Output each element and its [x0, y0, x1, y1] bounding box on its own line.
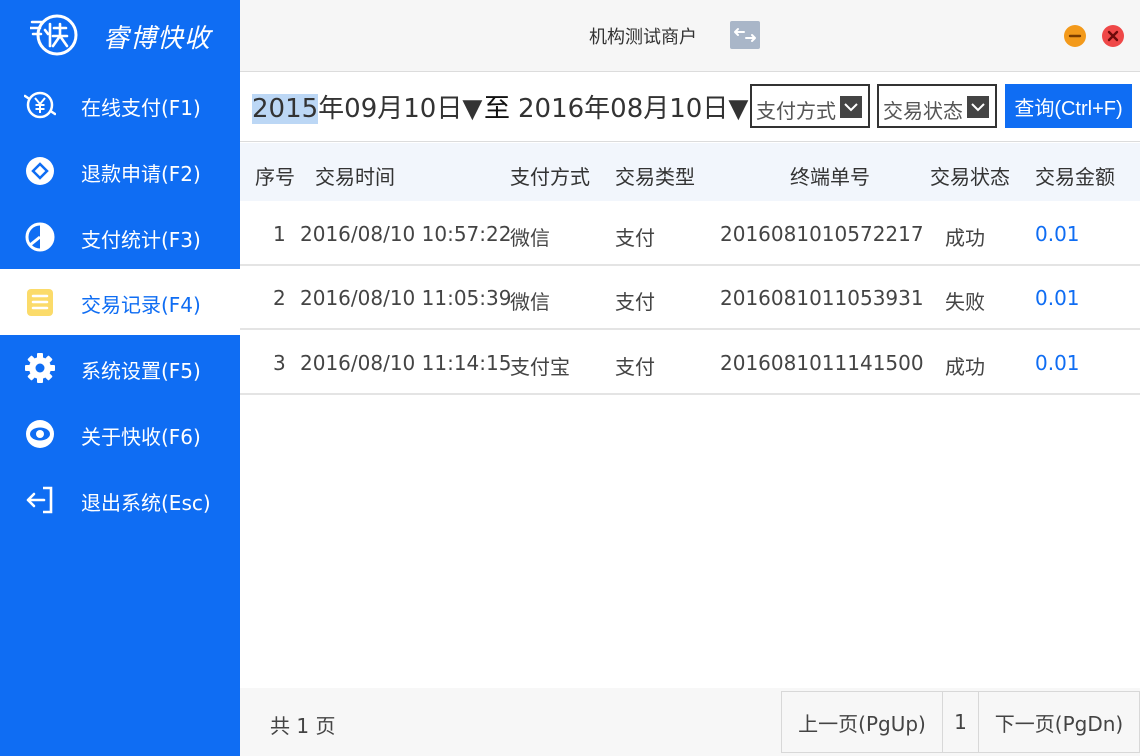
- sidebar-item-refund[interactable]: 退款申请(F2): [0, 138, 240, 204]
- sidebar-item-exit[interactable]: 退出系统(Esc): [0, 467, 240, 533]
- minimize-button[interactable]: [1064, 25, 1086, 47]
- cell-time: 2016/08/10 11:05:39: [300, 286, 512, 310]
- query-button[interactable]: 查询(Ctrl+F): [1005, 84, 1132, 128]
- cell-time: 2016/08/10 10:57:22: [300, 222, 512, 246]
- table-row[interactable]: 3 2016/08/10 11:14:15 支付宝 支付 20160810111…: [240, 331, 1140, 395]
- column-header-status: 交易状态: [930, 165, 1010, 189]
- table-row[interactable]: 1 2016/08/10 10:57:22 微信 支付 201608101057…: [240, 202, 1140, 266]
- start-date-rest: 年09月10日: [318, 94, 463, 124]
- title-bar: 机构测试商户: [240, 0, 1140, 72]
- minus-icon: [1068, 34, 1082, 38]
- column-header-pay-method: 支付方式: [510, 165, 590, 189]
- dropdown-arrow-icon[interactable]: ▼: [462, 94, 482, 124]
- sidebar-item-label: 退款申请(F2): [81, 162, 201, 186]
- cell-terminal-no: 2016081010572217: [720, 222, 924, 246]
- column-header-amount: 交易金额: [1035, 165, 1115, 189]
- dropdown-arrow-icon[interactable]: ▼: [728, 94, 748, 124]
- end-date-text: 2016年08月10日: [518, 94, 729, 124]
- table-header: 序号 交易时间 支付方式 交易类型 终端单号 交易状态 交易金额: [240, 143, 1140, 201]
- current-page[interactable]: 1: [942, 691, 979, 753]
- sidebar-item-transactions[interactable]: 交易记录(F4): [0, 269, 240, 335]
- pay-method-select[interactable]: 支付方式: [750, 84, 870, 128]
- date-separator: 至: [484, 94, 511, 124]
- column-header-type: 交易类型: [615, 165, 695, 189]
- column-header-no: 序号: [255, 165, 295, 189]
- table-row[interactable]: 2 2016/08/10 11:05:39 微信 支付 201608101105…: [240, 266, 1140, 330]
- sidebar-item-label: 关于快收(F6): [81, 425, 201, 449]
- cell-pay-method: 微信: [510, 226, 550, 250]
- cell-no: 3: [273, 351, 286, 375]
- cell-status: 成功: [945, 355, 985, 379]
- sidebar: 睿博快收 在线支付(F1) 退款申请(F2) 支付统计(F3) 交易记录(F4): [0, 0, 240, 756]
- yen-circle-icon: [24, 91, 56, 119]
- pagination-bar: 共 1 页 上一页(PgUp) 1 下一页(PgDn): [240, 688, 1140, 756]
- sidebar-item-label: 支付统计(F3): [81, 228, 201, 252]
- cell-no: 1: [273, 222, 286, 246]
- pay-method-value: 支付方式: [756, 99, 836, 123]
- cell-no: 2: [273, 286, 286, 310]
- prev-page-button[interactable]: 上一页(PgUp): [781, 691, 943, 753]
- swap-arrows-icon: [734, 28, 756, 42]
- chevron-down-icon: [967, 96, 989, 118]
- cell-type: 支付: [615, 355, 655, 379]
- sidebar-item-pay-stats[interactable]: 支付统计(F3): [0, 204, 240, 270]
- kuai-logo-icon: [30, 14, 78, 56]
- pie-chart-icon: [25, 222, 55, 252]
- end-date-picker[interactable]: 2016年08月10日▼: [518, 88, 748, 125]
- app-logo: 睿博快收: [0, 0, 240, 70]
- total-pages: 共 1 页: [270, 714, 336, 738]
- cell-time: 2016/08/10 11:14:15: [300, 351, 512, 375]
- cell-terminal-no: 2016081011141500: [720, 351, 924, 375]
- filter-bar: 2015年09月10日▼ 至 2016年08月10日▼ 支付方式 交易状态 查询…: [240, 72, 1140, 142]
- merchant-name: 机构测试商户: [589, 27, 697, 48]
- chevron-down-icon: [840, 96, 862, 118]
- cell-status: 失败: [945, 290, 985, 314]
- cell-amount: 0.01: [1035, 286, 1080, 310]
- sidebar-item-label: 在线支付(F1): [81, 96, 201, 120]
- start-year-selected[interactable]: 2015: [252, 94, 319, 124]
- app-name: 睿博快收: [103, 24, 212, 54]
- refund-circle-icon: [26, 157, 54, 185]
- sidebar-item-label: 交易记录(F4): [81, 293, 201, 317]
- sidebar-item-about[interactable]: 关于快收(F6): [0, 401, 240, 467]
- cell-amount: 0.01: [1035, 351, 1080, 375]
- status-select[interactable]: 交易状态: [877, 84, 997, 128]
- column-header-time: 交易时间: [315, 165, 395, 189]
- cell-type: 支付: [615, 226, 655, 250]
- sidebar-item-settings[interactable]: 系统设置(F5): [0, 335, 240, 401]
- exit-icon: [26, 486, 53, 514]
- cell-pay-method: 支付宝: [510, 355, 570, 379]
- sidebar-item-online-pay[interactable]: 在线支付(F1): [0, 72, 240, 138]
- gear-icon: [25, 353, 55, 383]
- sidebar-item-label: 退出系统(Esc): [81, 491, 211, 515]
- cell-status: 成功: [945, 226, 985, 250]
- eye-icon: [26, 420, 54, 448]
- next-page-button[interactable]: 下一页(PgDn): [978, 691, 1140, 753]
- status-value: 交易状态: [883, 99, 963, 123]
- switch-merchant-button[interactable]: [730, 21, 760, 49]
- sidebar-item-label: 系统设置(F5): [81, 359, 201, 383]
- cell-pay-method: 微信: [510, 290, 550, 314]
- close-icon: [1107, 30, 1119, 42]
- start-date-picker[interactable]: 2015年09月10日▼: [252, 88, 482, 125]
- list-doc-icon: [27, 289, 53, 316]
- cell-type: 支付: [615, 290, 655, 314]
- close-button[interactable]: [1102, 25, 1124, 47]
- cell-terminal-no: 2016081011053931: [720, 286, 924, 310]
- column-header-terminal-no: 终端单号: [790, 165, 870, 189]
- cell-amount: 0.01: [1035, 222, 1080, 246]
